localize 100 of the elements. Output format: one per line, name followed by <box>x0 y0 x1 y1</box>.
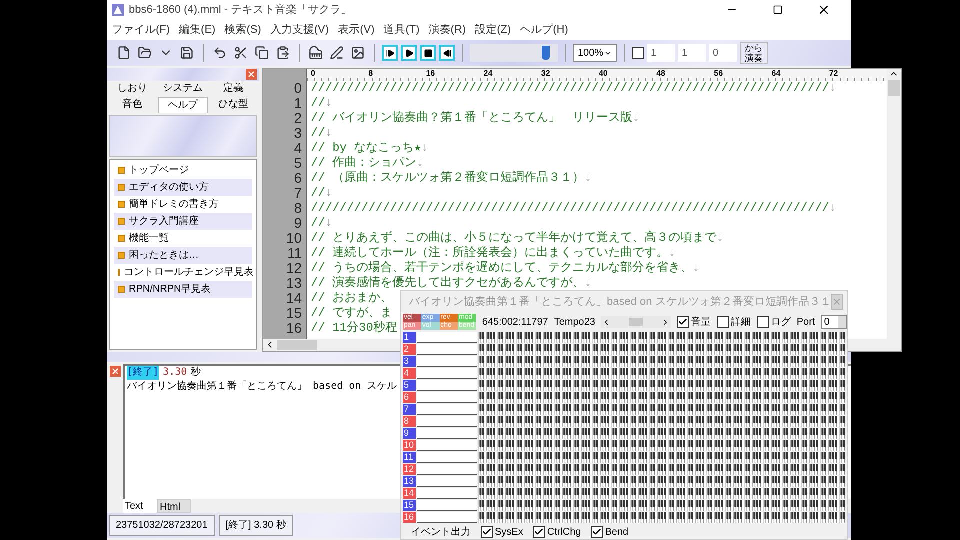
checkbox-label: 音量 <box>690 316 711 330</box>
window-title: bbs6-1860 (4).mml - テキスト音楽「サクラ」 <box>129 2 352 18</box>
check-mark-icon <box>534 527 544 537</box>
help-list-item[interactable]: コントロールチェンジ早見表 <box>114 264 252 281</box>
menu-item[interactable]: 表示(V) <box>337 22 376 38</box>
channel-number: 6 <box>403 392 416 402</box>
panel-tab[interactable]: システム <box>158 81 208 97</box>
help-list-item[interactable]: 簡単ドレミの書き方 <box>114 196 252 213</box>
menu-item[interactable]: 検索(S) <box>224 22 262 38</box>
checkbox-label: SysEx <box>495 526 524 540</box>
play-from-button[interactable]: から 演奏 <box>740 42 768 64</box>
position-scrollbar[interactable] <box>601 316 671 328</box>
scroll-thumb[interactable] <box>629 318 644 326</box>
line-end-mark: ↓ <box>829 201 837 216</box>
step-back-icon <box>442 48 452 58</box>
channel-number: 14 <box>403 488 416 498</box>
check-mark-icon <box>678 317 688 327</box>
code-line: // 作曲：ショパン <box>311 156 417 171</box>
elapsed-time: 3.30 <box>163 366 188 380</box>
output-message: バイオリン協奏曲第１番「ところてん」 based on スケル <box>127 380 398 394</box>
stop-button[interactable] <box>420 45 436 61</box>
volume-slider[interactable] <box>470 44 558 62</box>
number-field[interactable]: 1 <box>647 44 675 62</box>
option-checkbox[interactable] <box>676 316 689 328</box>
bullet-icon <box>118 167 125 174</box>
option-checkbox[interactable] <box>756 316 769 328</box>
tempo-readout: Tempo23 <box>554 316 596 330</box>
ruler-label: 48 <box>656 69 666 80</box>
panel-tab[interactable]: ひな型 <box>208 97 259 113</box>
copy-icon[interactable] <box>253 44 271 62</box>
line-number: 6 <box>294 171 302 186</box>
channel-number: 1 <box>403 332 416 342</box>
code-line: // うちの場合、若干テンポを遅めにして、テクニカルな部分を省き、 <box>311 261 693 276</box>
ruler-label: 64 <box>772 69 782 80</box>
output-tab[interactable]: Text <box>123 499 157 513</box>
maximize-icon[interactable] <box>773 5 783 15</box>
help-list-item[interactable]: 機能一覧 <box>114 230 252 247</box>
bullet-icon <box>118 201 125 208</box>
line-number: 4 <box>294 141 302 156</box>
panel-tab[interactable]: 定義 <box>208 81 259 97</box>
number-field[interactable]: 1 <box>678 44 706 62</box>
loop-checkbox[interactable] <box>632 47 644 59</box>
menu-item[interactable]: 演奏(R) <box>428 22 468 38</box>
port-label: Port <box>796 316 816 330</box>
line-end-mark: ↓ <box>325 216 333 231</box>
line-end-mark: ↓ <box>716 231 724 246</box>
menu-item[interactable]: 編集(E) <box>178 22 217 38</box>
panel-tab[interactable]: しおり <box>107 81 158 97</box>
checkbox-label: Bend <box>605 526 629 540</box>
step-forward-button[interactable] <box>382 45 398 61</box>
port-spinner[interactable]: 0 <box>821 315 847 329</box>
line-number: 11 <box>287 246 302 261</box>
channel-number: 13 <box>403 476 416 486</box>
help-list-item[interactable]: サクラ入門講座 <box>114 213 252 230</box>
bullet-icon <box>118 218 125 225</box>
channel-number: 9 <box>403 428 416 438</box>
checkbox-label: 詳細 <box>730 316 751 330</box>
vertical-scrollbar[interactable] <box>886 69 901 340</box>
time-unit: 秒 <box>191 366 202 380</box>
menu-item[interactable]: ファイル(F) <box>111 22 172 38</box>
output-checkbox[interactable] <box>481 526 493 538</box>
help-list-item[interactable]: エディタの使い方 <box>114 179 252 196</box>
line-end-mark: ↓ <box>584 276 592 291</box>
menu-item[interactable]: ヘルプ(H) <box>519 22 570 38</box>
code-line: // バイオリン協奏曲？第１番「ところてん」 リリース版 <box>311 111 633 126</box>
pen-icon[interactable] <box>328 44 346 62</box>
line-number: 1 <box>294 96 302 111</box>
output-checkbox[interactable] <box>591 526 604 538</box>
panel-tab[interactable]: ヘルプ <box>158 97 208 113</box>
option-checkbox[interactable] <box>716 316 729 328</box>
status-tag: [終了] <box>127 366 160 380</box>
play-button[interactable] <box>401 45 417 61</box>
channel-number: 7 <box>403 404 416 414</box>
line-number: 16 <box>286 321 302 336</box>
scroll-thumb[interactable] <box>888 80 900 96</box>
picture-icon[interactable] <box>349 44 367 62</box>
menu-item[interactable]: 道具(T) <box>382 22 421 38</box>
output-tab[interactable]: Html <box>157 499 191 513</box>
line-end-mark: ↓ <box>325 96 333 111</box>
scroll-thumb[interactable] <box>277 340 317 350</box>
channel-number: 10 <box>403 440 416 450</box>
check-mark-icon <box>482 527 492 537</box>
help-list-item[interactable]: RPN/NRPN早見表 <box>114 281 252 298</box>
piano-icon[interactable] <box>307 44 325 62</box>
channel-number: 3 <box>403 356 416 366</box>
step-back-button[interactable] <box>439 45 455 61</box>
panel-tab[interactable]: 音色 <box>107 97 158 113</box>
code-line: // <box>311 96 326 111</box>
help-list-item[interactable]: 困ったときは… <box>114 247 252 264</box>
menu-item[interactable]: 設定(Z) <box>474 22 512 38</box>
zoom-dropdown[interactable]: 100% <box>573 44 617 62</box>
save-icon[interactable] <box>178 44 196 62</box>
channel-number: 12 <box>403 464 416 474</box>
help-list-item[interactable]: トップページ <box>114 162 252 179</box>
menu-item[interactable]: 入力支援(V) <box>269 22 330 38</box>
number-field[interactable]: 0 <box>709 44 737 62</box>
line-end-mark: ↓ <box>325 126 333 141</box>
close-icon[interactable] <box>817 3 831 17</box>
code-line: // とりあえず、この曲は、小５になって半年かけて覚えて、高３の頃まで <box>311 231 717 246</box>
output-checkbox[interactable] <box>533 526 546 538</box>
